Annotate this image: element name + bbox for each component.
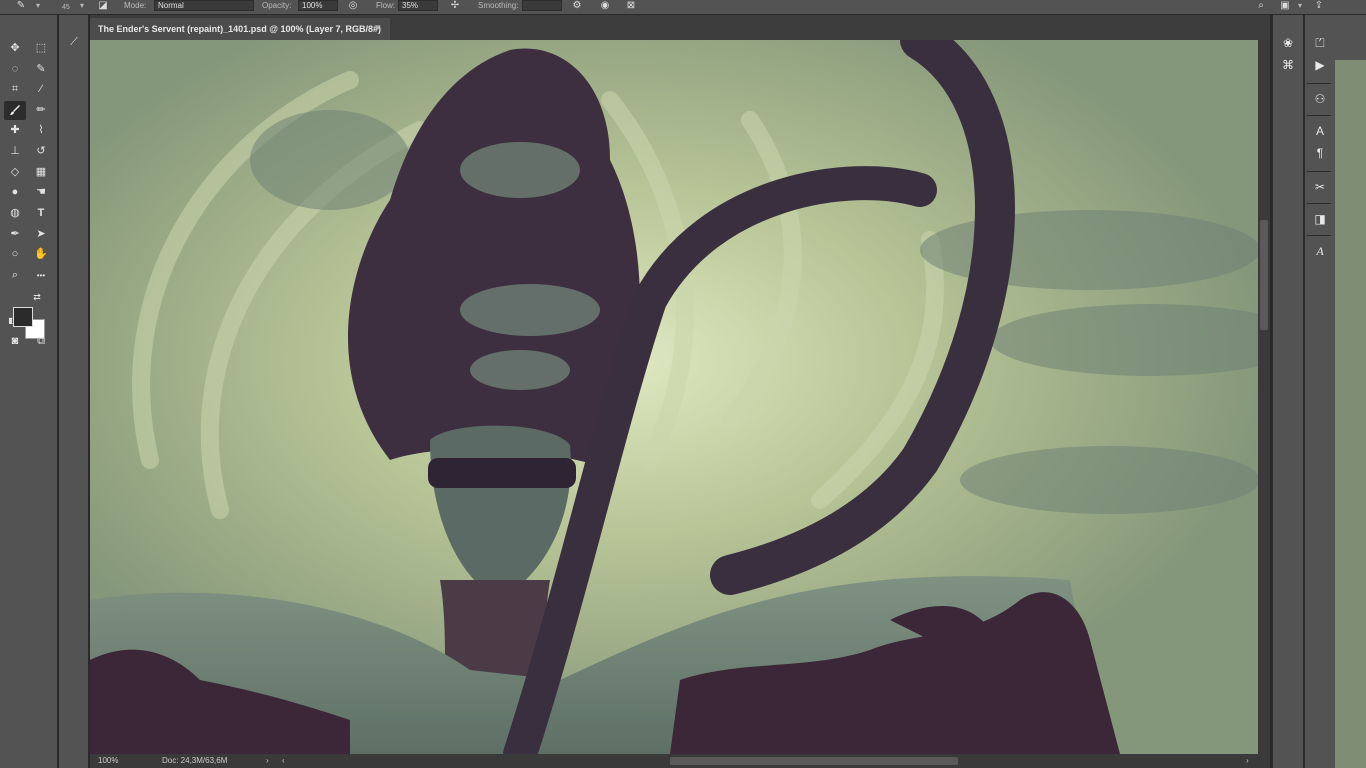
brush-tool-icon[interactable] (4, 101, 26, 120)
panel-divider (1307, 235, 1331, 236)
mode-select[interactable]: Normal (154, 0, 254, 11)
chevron-right-icon[interactable]: › (1246, 754, 1249, 768)
flow-label: Flow: (376, 1, 396, 10)
opacity-field[interactable]: 100% (298, 0, 338, 11)
smoothing-label: Smoothing: (478, 1, 519, 10)
hand-tool-icon[interactable]: ✋ (30, 245, 52, 264)
document-tab-title: The Ender's Servent (repaint)_1401.psd @… (98, 24, 382, 34)
chevron-right-icon[interactable]: › (266, 754, 269, 768)
pressure-opacity-icon[interactable]: ◎ (346, 0, 360, 12)
more-tools-icon[interactable]: ••• (30, 266, 52, 285)
symmetry-icon[interactable]: ⊠ (624, 0, 638, 12)
blur-tool-icon[interactable]: ● (4, 183, 26, 202)
history-panel-icon[interactable]: ⏍ (1309, 33, 1331, 53)
document-canvas[interactable] (90, 40, 1258, 754)
status-bar: 100% Doc: 24,3M/63,6M › ‹ › (90, 754, 1270, 768)
character-panel-icon[interactable]: A (1309, 121, 1331, 141)
gear-icon[interactable]: ⚙ (570, 0, 584, 12)
clone-source-icon[interactable]: ◨ (1309, 209, 1331, 229)
panel-divider (1307, 115, 1331, 116)
second-document-edge[interactable] (1335, 60, 1366, 768)
chevron-left-icon[interactable]: ‹ (282, 754, 285, 768)
document-tab[interactable]: The Ender's Servent (repaint)_1401.psd @… (90, 18, 390, 40)
share-icon[interactable]: ⇪ (1312, 0, 1326, 12)
foreground-color-swatch[interactable] (13, 307, 33, 327)
ellipse-tool-icon[interactable]: ○ (4, 245, 26, 264)
flow-field[interactable]: 35% (398, 0, 438, 11)
history-brush-tool-icon[interactable]: ↺ (30, 142, 52, 161)
smoothing-field[interactable] (522, 0, 562, 11)
panel-dock-left: ❀ ⌘ (1272, 15, 1303, 768)
eyedropper-tool-icon[interactable]: ⁄ (30, 80, 52, 99)
brush-preset-icon[interactable]: ✎ (14, 0, 28, 12)
panel-dock-right: ⏍ ▶ ⚇ A ¶ ✂ ◨ A (1304, 15, 1335, 768)
dodge-tool-icon[interactable]: ◍ (4, 204, 26, 223)
document-tabbar: The Ender's Servent (repaint)_1401.psd @… (90, 15, 1270, 40)
brush-size-label: 45 (62, 4, 70, 11)
mode-label: Mode: (124, 1, 147, 10)
smudge-tool-icon[interactable]: ☚ (30, 183, 52, 202)
artwork (90, 40, 1258, 754)
type-tool-icon[interactable]: T (30, 204, 52, 223)
close-icon[interactable]: × (375, 18, 381, 40)
brush-settings-icon[interactable]: ⟋ (63, 33, 85, 52)
quick-mask-icon[interactable]: ◙ (4, 332, 26, 351)
libraries-panel-icon[interactable]: ⚇ (1309, 89, 1331, 109)
gradient-tool-icon[interactable]: ▦ (30, 163, 52, 182)
chevron-down-icon[interactable]: ▾ (80, 0, 84, 14)
zoom-tool-icon[interactable]: ⌕ (4, 266, 26, 285)
healing-tool-icon[interactable]: ✚ (4, 121, 26, 140)
crop-tool-icon[interactable]: ⌗ (4, 80, 26, 99)
panel-divider (1307, 171, 1331, 172)
quick-selection-tool-icon[interactable]: ✎ (30, 60, 52, 79)
screen-mode-icon[interactable]: ⧉ (30, 332, 52, 351)
vertical-scrollbar-thumb[interactable] (1260, 220, 1268, 330)
eraser-tool-icon[interactable]: ◇ (4, 163, 26, 182)
chevron-down-icon[interactable]: ▾ (36, 0, 40, 14)
lasso-tool-icon[interactable]: ◌ (4, 60, 26, 79)
workspace-icon[interactable]: ▣ (1278, 0, 1292, 12)
color-panel-icon[interactable]: ❀ (1277, 33, 1299, 53)
airbrush-icon[interactable]: ✢ (448, 0, 462, 12)
opacity-label: Opacity: (262, 1, 292, 10)
zoom-level[interactable]: 100% (98, 754, 118, 768)
swap-colors-icon[interactable]: ⇄ (30, 291, 44, 303)
mixer-brush-tool-icon[interactable]: ⌇ (30, 121, 52, 140)
panel-divider (1307, 203, 1331, 204)
paragraph-panel-icon[interactable]: ¶ (1309, 143, 1331, 163)
panel-divider (1307, 83, 1331, 84)
tool-presets-icon[interactable]: ✂ (1309, 177, 1331, 197)
options-bar: ✎ ▾ 45 ▾ ◪ Mode: Normal Opacity: 100% ◎ … (0, 0, 1366, 15)
chevron-down-icon[interactable]: ▾ (1298, 0, 1302, 14)
document-size-info[interactable]: Doc: 24,3M/63,6M (162, 754, 227, 768)
brush-settings-strip: ⟋ (59, 15, 89, 768)
brush-panel-toggle-icon[interactable]: ◪ (96, 0, 110, 12)
clone-stamp-tool-icon[interactable]: ⊥ (4, 142, 26, 161)
pencil-tool-icon[interactable]: ✏ (30, 101, 52, 120)
pen-tool-icon[interactable]: ✒ (4, 225, 26, 244)
path-selection-tool-icon[interactable]: ➤ (30, 225, 52, 244)
pressure-size-icon[interactable]: ◉ (598, 0, 612, 12)
move-tool-icon[interactable]: ✥ (4, 39, 26, 58)
play-actions-icon[interactable]: ▶ (1309, 55, 1331, 75)
tools-panel: ✥ ⬚ ◌ ✎ ⌗ ⁄ ✏ ✚ ⌇ ⊥ ↺ ◇ ▦ ● ☚ ◍ T ✒ ➤ ○ … (0, 15, 58, 768)
vertical-scrollbar[interactable] (1258, 40, 1270, 754)
glyphs-panel-icon[interactable]: A (1309, 241, 1331, 261)
paths-panel-icon[interactable]: ⌘ (1277, 55, 1299, 75)
marquee-tool-icon[interactable]: ⬚ (30, 39, 52, 58)
search-icon[interactable]: ⌕ (1254, 0, 1268, 12)
second-window-titlebar (1335, 15, 1366, 60)
horizontal-scrollbar-thumb[interactable] (670, 757, 958, 765)
